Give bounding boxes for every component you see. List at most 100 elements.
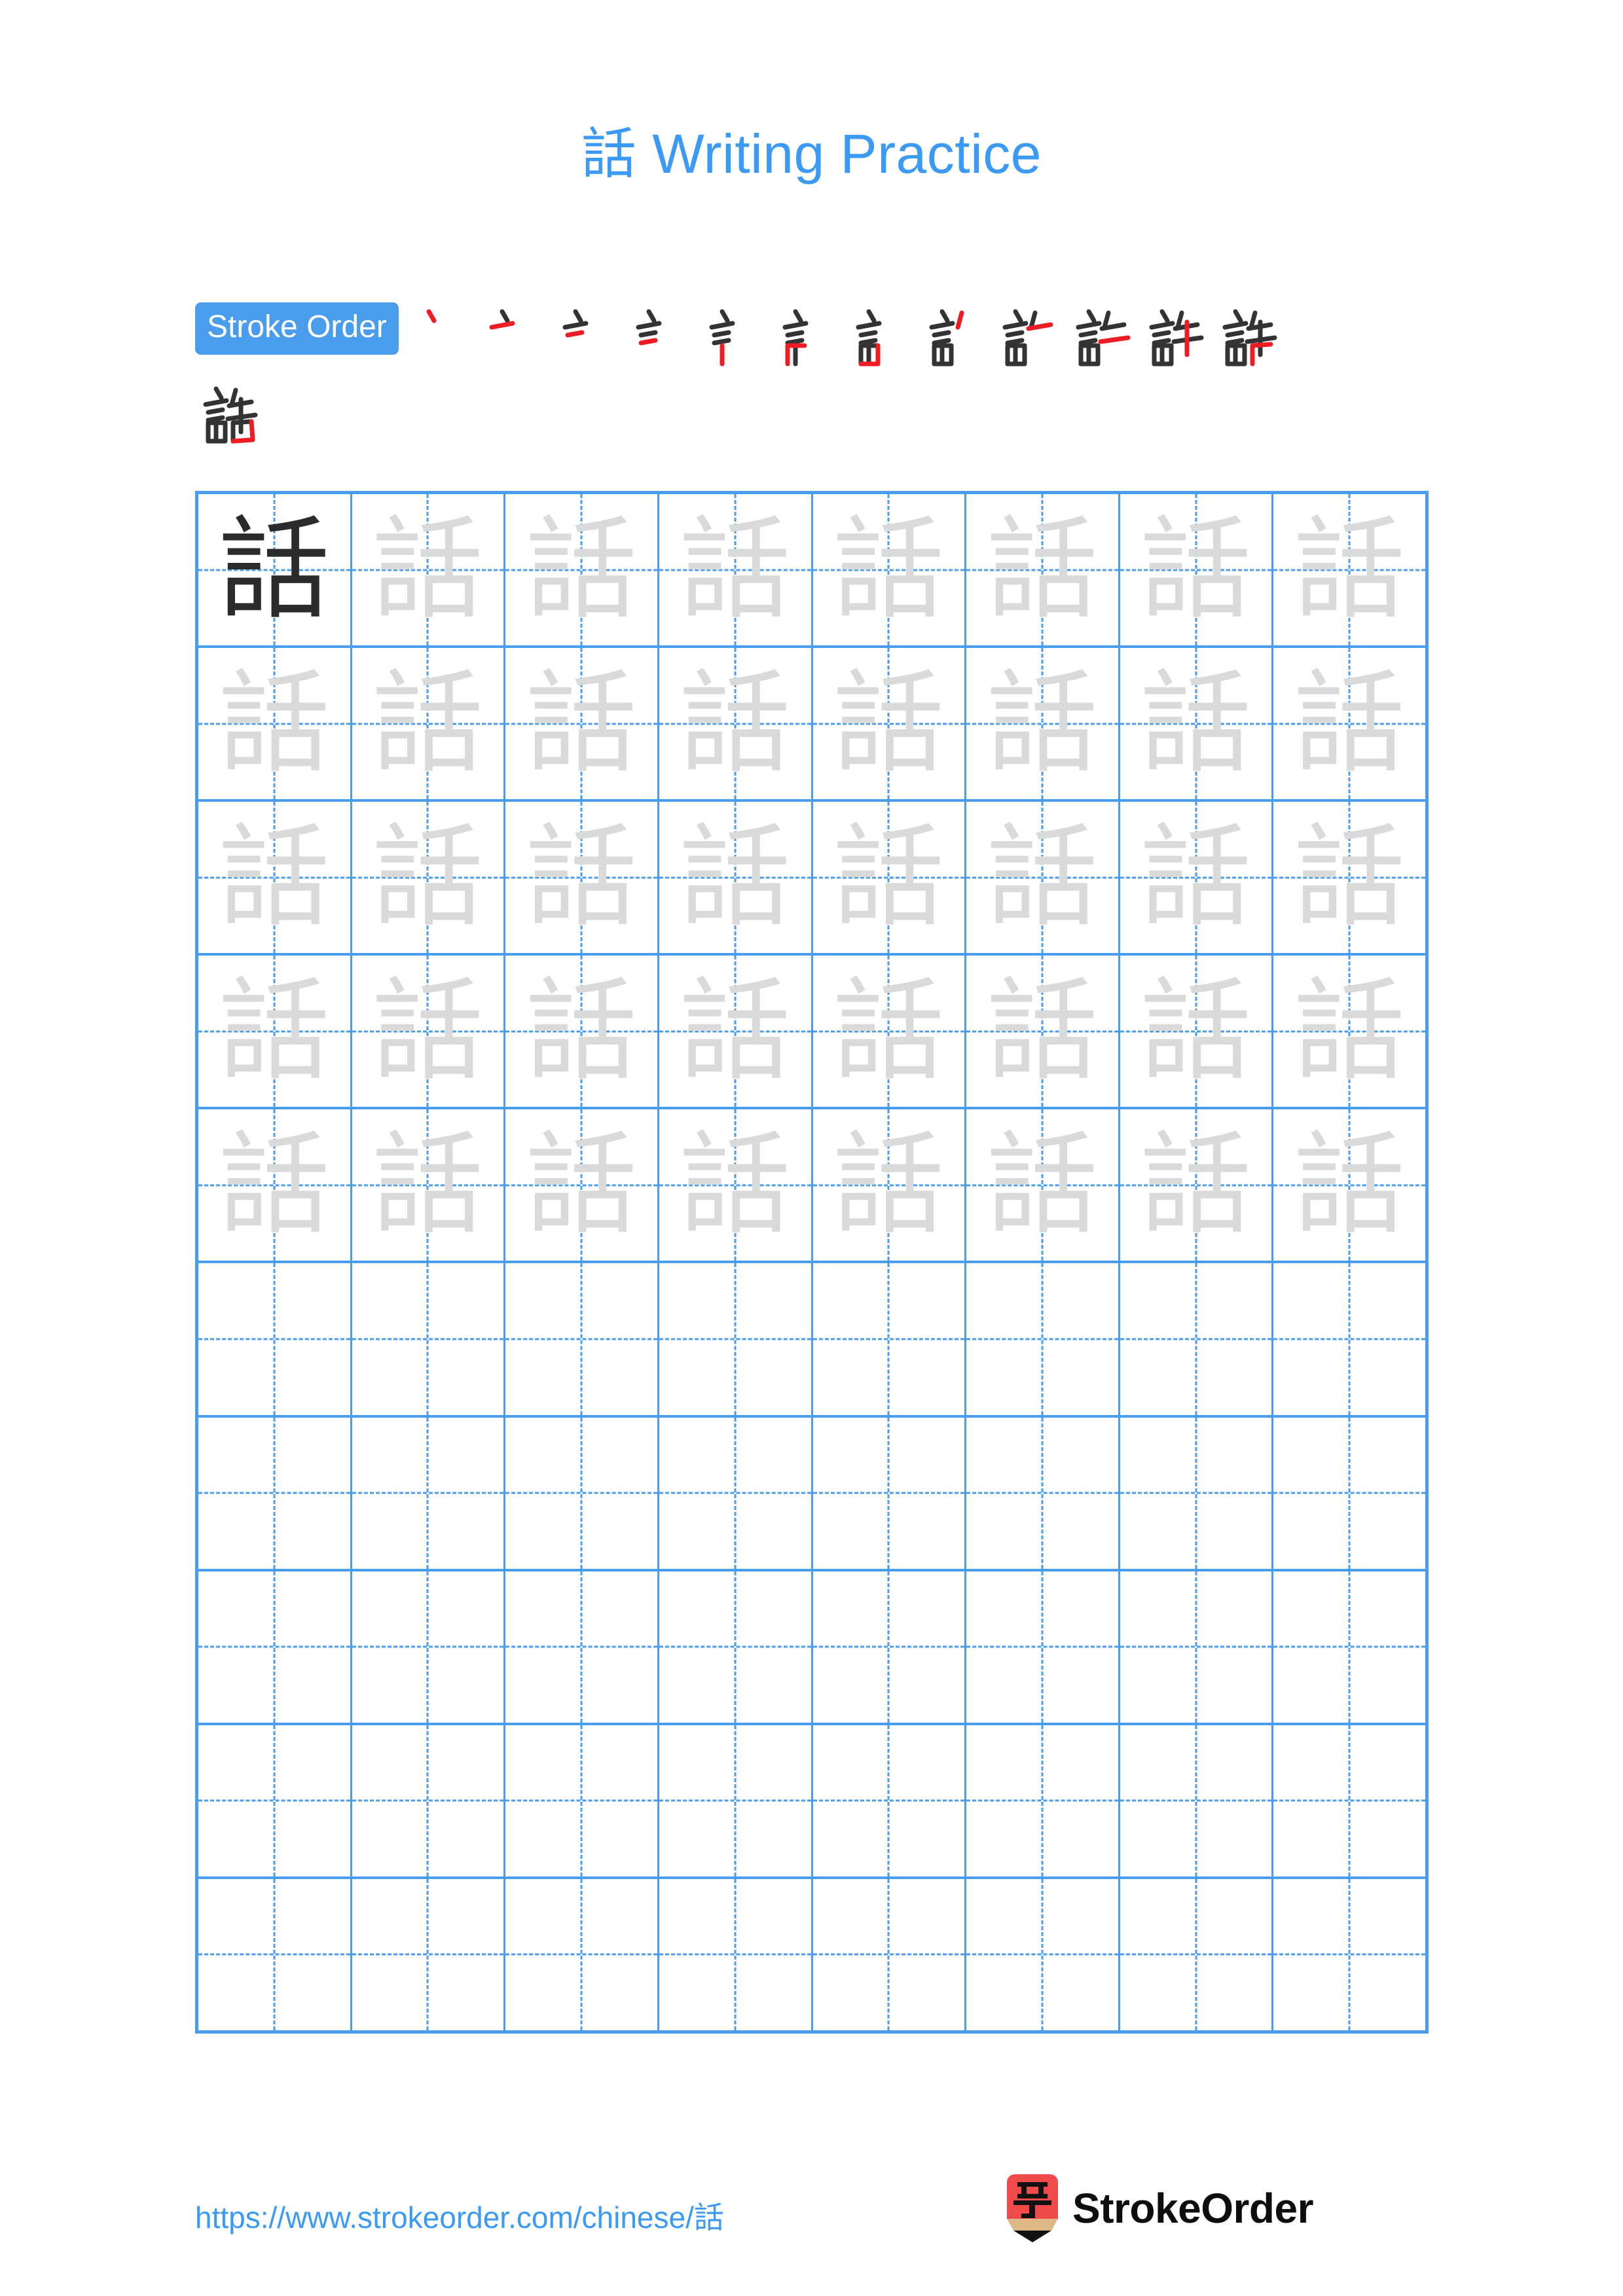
practice-cell-r10-c5[interactable]	[812, 1878, 967, 2030]
practice-cell-r5-c8[interactable]: 話	[1273, 1109, 1425, 1261]
practice-cell-r10-c4[interactable]	[659, 1878, 813, 2030]
footer-url-link[interactable]: https://www.strokeorder.com/chinese/話	[195, 2194, 724, 2237]
practice-cell-r3-c3[interactable]: 話	[505, 802, 659, 954]
practice-cell-r9-c4[interactable]	[659, 1725, 813, 1876]
practice-cell-r2-c6[interactable]: 話	[966, 648, 1120, 800]
practice-cell-r3-c5[interactable]: 話	[812, 802, 967, 954]
practice-cell-r8-c4[interactable]	[659, 1571, 813, 1723]
stroke-step-11	[1141, 302, 1209, 370]
practice-cell-r8-c2[interactable]	[352, 1571, 506, 1723]
practice-cell-r7-c6[interactable]	[966, 1417, 1120, 1569]
practice-cell-r10-c7[interactable]	[1120, 1878, 1274, 2030]
practice-cell-r3-c7[interactable]: 話	[1120, 802, 1274, 954]
practice-cell-r6-c8[interactable]	[1273, 1263, 1425, 1415]
practice-cell-r1-c2[interactable]: 話	[352, 494, 506, 646]
practice-cell-r4-c2[interactable]: 話	[352, 956, 506, 1107]
practice-cell-r9-c2[interactable]	[352, 1725, 506, 1876]
brand-name: StrokeOrder	[1072, 2185, 1313, 2232]
practice-cell-r1-c6[interactable]: 話	[966, 494, 1120, 646]
practice-cell-r8-c6[interactable]	[966, 1571, 1120, 1723]
trace-character: 話	[372, 812, 484, 942]
practice-cell-r3-c2[interactable]: 話	[352, 802, 506, 954]
practice-row: 話話話話話話話話	[198, 648, 1425, 802]
practice-cell-r1-c5[interactable]: 話	[812, 494, 967, 646]
practice-cell-r7-c1[interactable]	[198, 1417, 352, 1569]
practice-cell-r3-c8[interactable]: 話	[1273, 802, 1425, 954]
practice-cell-r6-c7[interactable]	[1120, 1263, 1274, 1415]
practice-cell-r2-c7[interactable]: 話	[1120, 648, 1274, 800]
practice-cell-r1-c4[interactable]: 話	[659, 494, 813, 646]
practice-cell-r9-c1[interactable]	[198, 1725, 352, 1876]
practice-cell-r6-c6[interactable]	[966, 1263, 1120, 1415]
practice-cell-r10-c8[interactable]	[1273, 1878, 1425, 2030]
practice-cell-r5-c3[interactable]: 話	[505, 1109, 659, 1261]
practice-cell-r4-c1[interactable]: 話	[198, 956, 352, 1107]
practice-cell-r10-c1[interactable]	[198, 1878, 352, 2030]
practice-cell-r10-c6[interactable]	[966, 1878, 1120, 2030]
practice-cell-r4-c5[interactable]: 話	[812, 956, 967, 1107]
practice-cell-r3-c4[interactable]: 話	[659, 802, 813, 954]
practice-cell-r2-c1[interactable]: 話	[198, 648, 352, 800]
practice-cell-r8-c1[interactable]	[198, 1571, 352, 1723]
practice-cell-r10-c2[interactable]	[352, 1878, 506, 2030]
practice-cell-r9-c6[interactable]	[966, 1725, 1120, 1876]
practice-cell-r9-c8[interactable]	[1273, 1725, 1425, 1876]
practice-cell-r5-c5[interactable]: 話	[812, 1109, 967, 1261]
practice-cell-r3-c6[interactable]: 話	[966, 802, 1120, 954]
stroke-step-12	[1214, 302, 1283, 370]
practice-cell-r2-c2[interactable]: 話	[352, 648, 506, 800]
blank-cell	[198, 1418, 350, 1569]
practice-cell-r6-c5[interactable]	[812, 1263, 967, 1415]
practice-cell-r1-c7[interactable]: 話	[1120, 494, 1274, 646]
practice-cell-r5-c2[interactable]: 話	[352, 1109, 506, 1261]
practice-cell-r5-c4[interactable]: 話	[659, 1109, 813, 1261]
practice-cell-r4-c7[interactable]: 話	[1120, 956, 1274, 1107]
practice-cell-r1-c8[interactable]: 話	[1273, 494, 1425, 646]
practice-cell-r7-c4[interactable]	[659, 1417, 813, 1569]
trace-character: 話	[833, 812, 945, 942]
practice-cell-r10-c3[interactable]	[505, 1878, 659, 2030]
practice-cell-r2-c3[interactable]: 話	[505, 648, 659, 800]
practice-cell-r6-c4[interactable]	[659, 1263, 813, 1415]
practice-cell-r4-c4[interactable]: 話	[659, 956, 813, 1107]
trace-character: 話	[679, 966, 791, 1096]
practice-cell-r6-c1[interactable]	[198, 1263, 352, 1415]
practice-cell-r5-c6[interactable]: 話	[966, 1109, 1120, 1261]
practice-cell-r1-c3[interactable]: 話	[505, 494, 659, 646]
practice-cell-r9-c7[interactable]	[1120, 1725, 1274, 1876]
blank-cell	[659, 1725, 811, 1876]
practice-grid[interactable]: 話話話話話話話話話話話話話話話話話話話話話話話話話話話話話話話話話話話話話話話話	[195, 491, 1429, 2034]
practice-cell-r6-c2[interactable]	[352, 1263, 506, 1415]
trace-character: 話	[986, 966, 1098, 1096]
trace-character: 話	[833, 505, 945, 635]
practice-cell-r2-c8[interactable]: 話	[1273, 648, 1425, 800]
practice-cell-r8-c8[interactable]	[1273, 1571, 1425, 1723]
practice-cell-r8-c7[interactable]	[1120, 1571, 1274, 1723]
practice-cell-r7-c8[interactable]	[1273, 1417, 1425, 1569]
page-title: 話 Writing Practice	[0, 110, 1623, 189]
practice-cell-r4-c8[interactable]: 話	[1273, 956, 1425, 1107]
practice-cell-r2-c4[interactable]: 話	[659, 648, 813, 800]
blank-cell	[659, 1571, 811, 1723]
practice-cell-r5-c1[interactable]: 話	[198, 1109, 352, 1261]
trace-character: 話	[679, 658, 791, 789]
practice-cell-r7-c2[interactable]	[352, 1417, 506, 1569]
blank-cell	[966, 1879, 1118, 2030]
practice-cell-r8-c3[interactable]	[505, 1571, 659, 1723]
practice-cell-r4-c6[interactable]: 話	[966, 956, 1120, 1107]
practice-cell-r9-c3[interactable]	[505, 1725, 659, 1876]
blank-cell	[813, 1418, 965, 1569]
practice-cell-r7-c3[interactable]	[505, 1417, 659, 1569]
footer-brand: StrokeOrder	[1007, 2174, 1313, 2242]
practice-cell-r3-c1[interactable]: 話	[198, 802, 352, 954]
practice-cell-r1-c1[interactable]: 話	[198, 494, 352, 646]
practice-cell-r6-c3[interactable]	[505, 1263, 659, 1415]
practice-cell-r4-c3[interactable]: 話	[505, 956, 659, 1107]
practice-cell-r7-c5[interactable]	[812, 1417, 967, 1569]
blank-cell	[1273, 1418, 1425, 1569]
practice-cell-r9-c5[interactable]	[812, 1725, 967, 1876]
practice-cell-r7-c7[interactable]	[1120, 1417, 1274, 1569]
practice-cell-r2-c5[interactable]: 話	[812, 648, 967, 800]
practice-cell-r8-c5[interactable]	[812, 1571, 967, 1723]
practice-cell-r5-c7[interactable]: 話	[1120, 1109, 1274, 1261]
